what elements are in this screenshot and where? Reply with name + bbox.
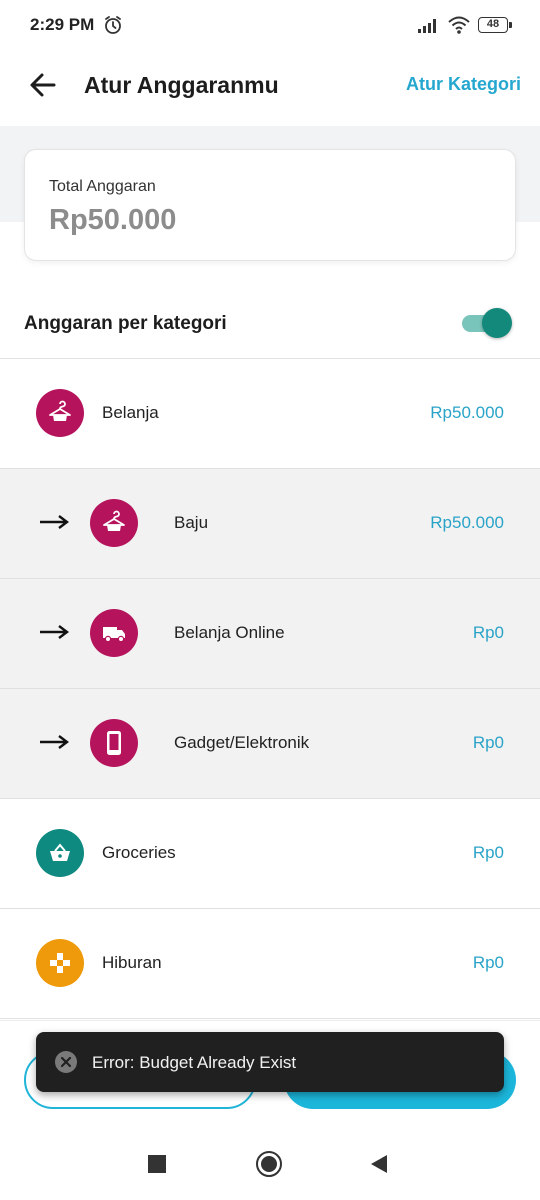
total-budget-card[interactable]: Total Anggaran Rp50.000 [24, 149, 516, 261]
gamepad-icon [36, 939, 84, 987]
status-bar: 2:29 PM 48 [0, 0, 540, 52]
category-name: Belanja Online [174, 623, 285, 642]
category-name: Gadget/Elektronik [174, 733, 310, 752]
total-budget-label: Total Anggaran [49, 178, 156, 195]
phone-icon [90, 719, 138, 767]
hanger-icon [36, 389, 84, 437]
category-name: Groceries [102, 843, 176, 862]
truck-icon [90, 609, 138, 657]
category-row-gadget-elektronik[interactable]: Gadget/Elektronik Rp0 [0, 689, 540, 799]
category-row-baju[interactable]: Baju Rp50.000 [0, 469, 540, 579]
category-name: Belanja [102, 403, 159, 422]
category-row-belanja[interactable]: Belanja Rp50.000 [0, 359, 540, 469]
category-amount: Rp0 [472, 953, 504, 972]
nav-back-icon[interactable] [369, 1154, 389, 1174]
category-amount: Rp0 [472, 623, 504, 642]
per-category-toggle[interactable] [462, 308, 512, 338]
recent-apps-icon[interactable] [148, 1155, 166, 1173]
category-name: Hiburan [102, 953, 162, 972]
toast-message: Error: Budget Already Exist [92, 1053, 297, 1072]
category-amount: Rp50.000 [430, 403, 504, 422]
category-amount: Rp0 [472, 843, 504, 862]
basket-icon [36, 829, 84, 877]
toggle-knob [482, 308, 512, 338]
category-row-hiburan[interactable]: Hiburan Rp0 [0, 909, 540, 1019]
page-title: Atur Anggaranmu [84, 72, 279, 98]
category-list: Belanja Rp50.000 Baju Rp50.000 Belanja O… [0, 359, 540, 1019]
back-arrow-icon[interactable] [26, 68, 60, 102]
signal-icon [418, 19, 436, 33]
error-toast: Error: Budget Already Exist [36, 1032, 504, 1092]
total-budget-value: Rp50.000 [49, 204, 177, 236]
sub-arrow-icon [40, 625, 69, 639]
close-circle-icon [55, 1051, 77, 1073]
hanger-icon [90, 499, 138, 547]
home-icon[interactable] [256, 1151, 282, 1177]
alarm-icon [105, 16, 121, 34]
category-name: Baju [174, 513, 209, 532]
per-category-label: Anggaran per kategori [24, 313, 227, 334]
status-time: 2:29 PM [30, 15, 95, 34]
category-row-groceries[interactable]: Groceries Rp0 [0, 799, 540, 909]
app-header: Atur Anggaranmu Atur Kategori [0, 52, 540, 126]
battery-indicator: 48 [478, 17, 512, 33]
category-amount: Rp50.000 [430, 513, 504, 532]
system-navigation-bar [0, 1130, 540, 1200]
category-row-belanja-online[interactable]: Belanja Online Rp0 [0, 579, 540, 689]
sub-arrow-icon [40, 515, 69, 529]
wifi-icon [448, 16, 470, 34]
category-amount: Rp0 [472, 733, 504, 752]
manage-categories-link[interactable]: Atur Kategori [406, 74, 521, 95]
sub-arrow-icon [40, 735, 69, 749]
per-category-section: Anggaran per kategori [0, 296, 540, 359]
